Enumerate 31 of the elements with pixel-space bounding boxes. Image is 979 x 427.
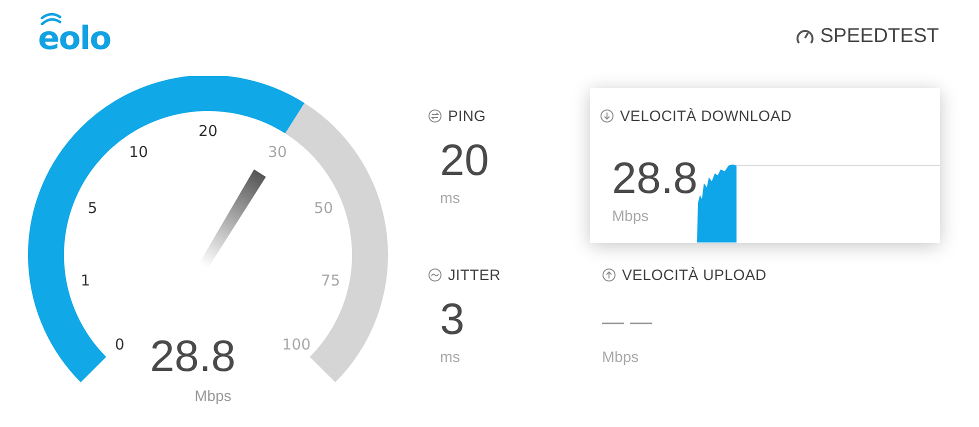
metric-label: JITTER	[448, 266, 501, 284]
upload-icon	[602, 268, 616, 282]
download-icon	[600, 109, 614, 123]
gauge-tick-label: 75	[321, 271, 340, 290]
metric-value: 28.8	[612, 153, 698, 205]
metric-unit: Mbps	[602, 349, 640, 366]
gauge-tick-label: 10	[129, 143, 148, 162]
brand-name: SPEEDTEST	[820, 24, 939, 48]
gauge-tick-label: 1	[80, 271, 90, 290]
gauge-tick-label: 100	[282, 335, 311, 354]
gauge-icon	[796, 28, 814, 44]
gauge-tick-label: 30	[268, 143, 287, 162]
metric-label: PING	[448, 108, 486, 124]
metric-unit: ms	[440, 349, 461, 366]
signal-waves-icon	[40, 13, 62, 25]
ping-icon	[428, 109, 442, 123]
metric-label: VELOCITÀ DOWNLOAD	[620, 108, 792, 124]
speed-value: 28.8	[150, 331, 236, 383]
wave-icon	[428, 268, 442, 282]
gauge-tick-label: 0	[114, 335, 124, 354]
metric-label: VELOCITÀ UPLOAD	[622, 266, 767, 284]
metric-value: 3	[440, 294, 464, 346]
speed-unit: Mbps	[194, 388, 232, 405]
metric-unit: Mbps	[612, 208, 650, 225]
gauge-tick-label: 50	[314, 199, 334, 218]
logo: eolo	[38, 19, 111, 57]
metric-unit: ms	[440, 190, 461, 207]
gauge-tick-label: 20	[198, 122, 218, 140]
metric-value: 20	[440, 135, 489, 187]
gauge-tick-label: 5	[88, 199, 98, 218]
metric-value: — —	[602, 309, 652, 335]
